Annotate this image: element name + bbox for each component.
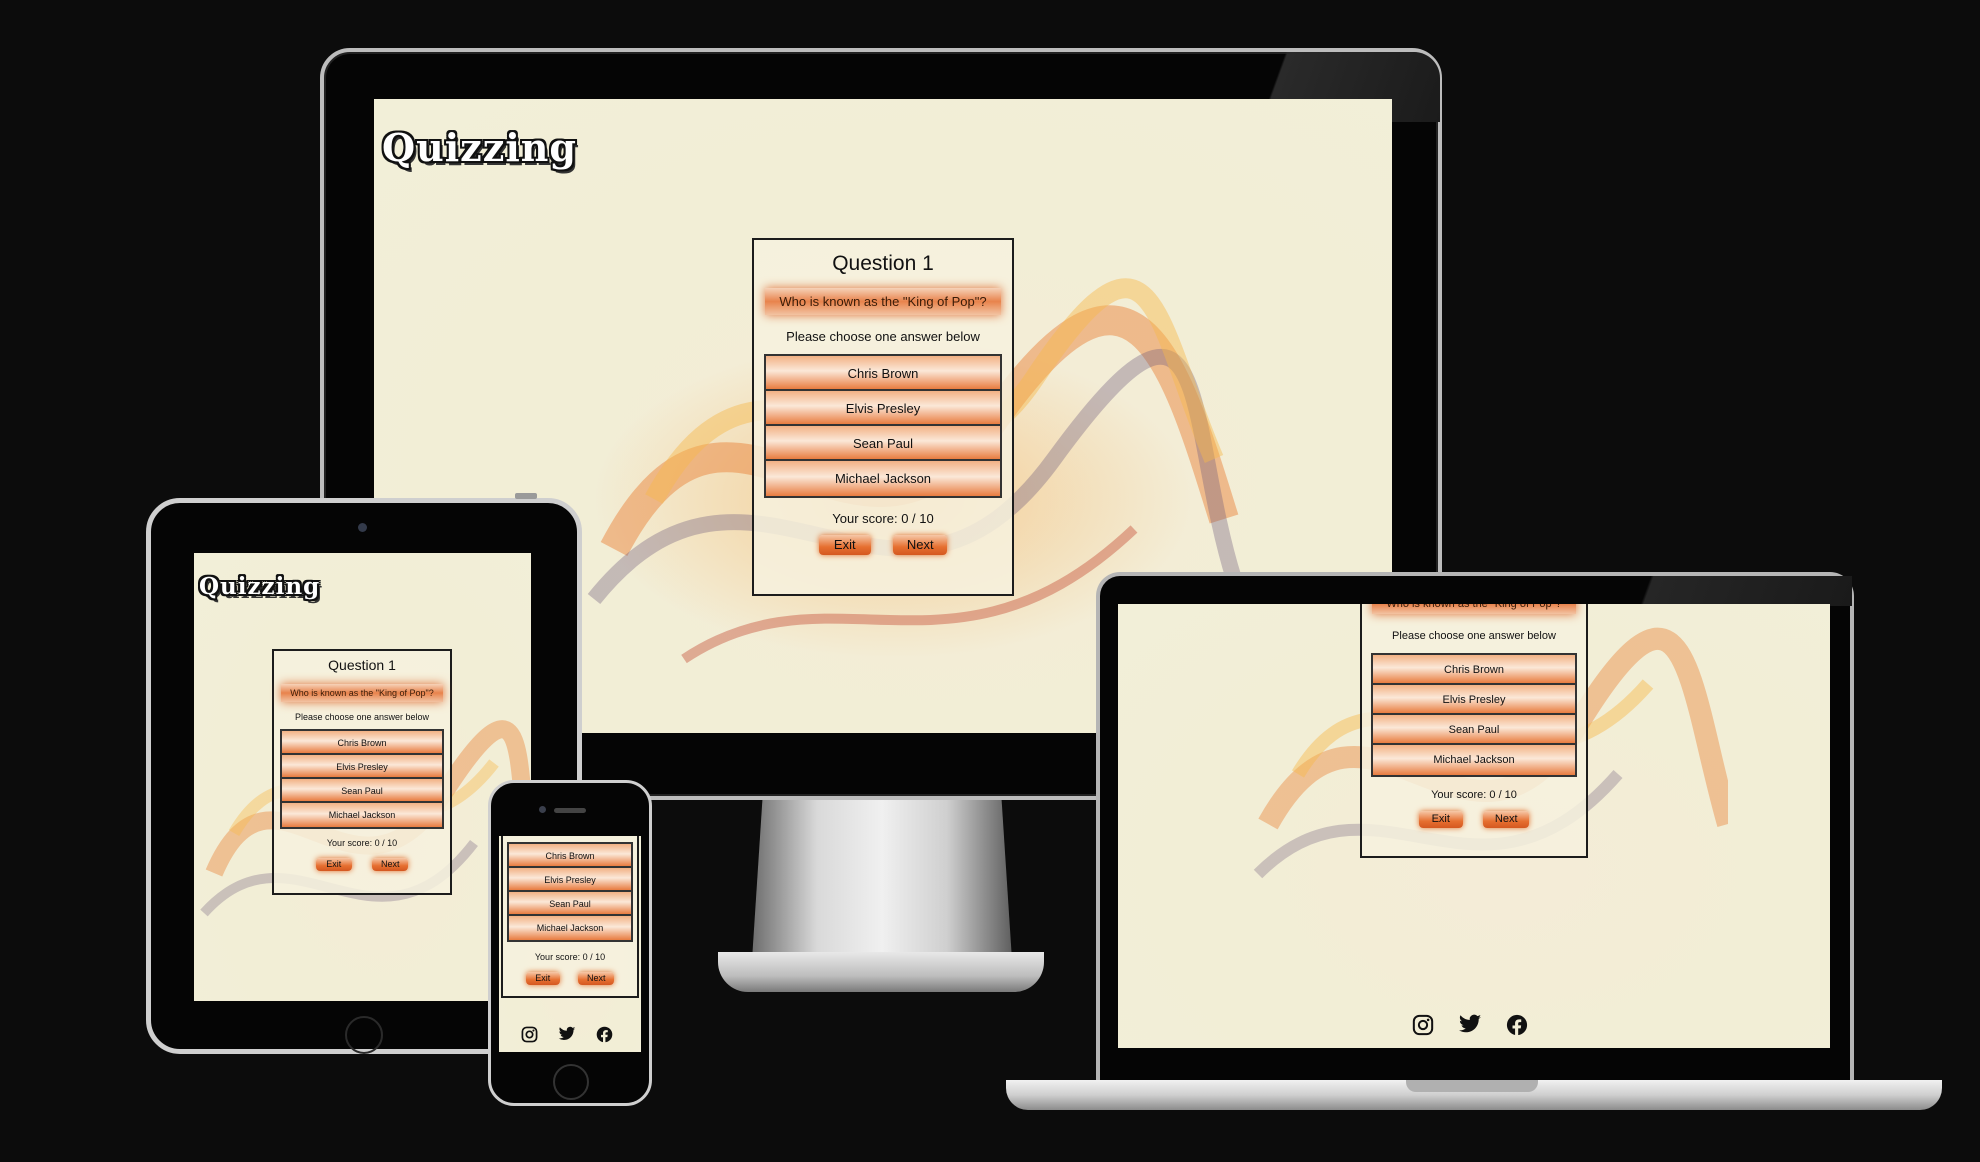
tablet-camera: [358, 523, 367, 532]
score-text: Your score: 0 / 10: [754, 511, 1012, 526]
score-label: Your score:: [832, 511, 898, 526]
phone-speaker: [554, 808, 586, 813]
question-text: Who is known as the "King of Pop"?: [281, 684, 443, 702]
answer-option[interactable]: Chris Brown: [282, 731, 442, 755]
score-value: 0 / 10: [374, 838, 398, 848]
question-heading: Question 1: [328, 657, 396, 673]
next-button[interactable]: Next: [893, 535, 948, 555]
next-button[interactable]: Next: [1483, 811, 1530, 828]
instruction-text: Please choose one answer below: [294, 712, 430, 722]
tablet-home-button: [345, 1016, 383, 1054]
phone-home-button: [553, 1064, 589, 1100]
instagram-icon[interactable]: [1412, 1014, 1434, 1036]
score-label: Your score:: [534, 952, 581, 962]
facebook-icon[interactable]: [1506, 1014, 1528, 1036]
phone-screen: Chris Brown Elvis Presley Sean Paul Mich…: [499, 836, 641, 1052]
tablet-screen: Quizzing Question 1 Who is known as the …: [194, 553, 531, 1001]
twitter-icon[interactable]: [558, 1026, 576, 1043]
answer-option[interactable]: Sean Paul: [282, 779, 442, 803]
tablet-power-button: [515, 493, 537, 499]
instagram-icon[interactable]: [521, 1026, 538, 1043]
laptop-glare: [1560, 576, 1852, 606]
score-value: 0 / 10: [582, 952, 606, 962]
laptop-screen: Who is known as the "King of Pop"? Pleas…: [1118, 604, 1830, 1048]
answer-list: Chris Brown Elvis Presley Sean Paul Mich…: [764, 354, 1002, 498]
score-text: Your score: 0 / 10: [274, 838, 450, 848]
score-label: Your score:: [326, 838, 373, 848]
answer-option[interactable]: Chris Brown: [766, 356, 1000, 391]
answer-option[interactable]: Michael Jackson: [282, 803, 442, 827]
answer-list: Chris Brown Elvis Presley Sean Paul Mich…: [1371, 653, 1577, 777]
monitor-stand-base: [718, 952, 1044, 992]
instruction-text: Please choose one answer below: [1392, 630, 1556, 642]
score-text: Your score: 0 / 10: [1362, 789, 1586, 801]
quiz-card: Question 1 Who is known as the "King of …: [752, 238, 1014, 596]
quiz-card: Who is known as the "King of Pop"? Pleas…: [1360, 604, 1588, 858]
answer-option[interactable]: Michael Jackson: [766, 461, 1000, 496]
answer-option[interactable]: Chris Brown: [1373, 655, 1575, 685]
exit-button[interactable]: Exit: [315, 858, 352, 871]
answer-option[interactable]: Elvis Presley: [766, 391, 1000, 426]
monitor-stand: [752, 800, 1012, 960]
phone-camera: [539, 806, 546, 813]
question-text: Who is known as the "King of Pop"?: [765, 288, 1001, 315]
answer-list: Chris Brown Elvis Presley Sean Paul Mich…: [507, 842, 633, 942]
score-value: 0 / 10: [1489, 789, 1517, 801]
next-button[interactable]: Next: [372, 858, 409, 871]
site-logo[interactable]: Quizzing: [199, 573, 320, 600]
social-links: [1412, 1014, 1528, 1036]
exit-button[interactable]: Exit: [525, 972, 560, 985]
exit-button[interactable]: Exit: [818, 535, 871, 555]
question-heading: Question 1: [832, 252, 934, 275]
answer-option[interactable]: Chris Brown: [509, 844, 631, 868]
answer-option[interactable]: Elvis Presley: [282, 755, 442, 779]
exit-button[interactable]: Exit: [1418, 811, 1463, 828]
answer-list: Chris Brown Elvis Presley Sean Paul Mich…: [280, 729, 444, 829]
twitter-icon[interactable]: [1458, 1014, 1482, 1036]
answer-option[interactable]: Elvis Presley: [509, 868, 631, 892]
score-text: Your score: 0 / 10: [503, 952, 637, 962]
laptop-notch: [1406, 1080, 1538, 1092]
score-label: Your score:: [1431, 789, 1487, 801]
facebook-icon[interactable]: [596, 1026, 613, 1043]
answer-option[interactable]: Sean Paul: [509, 892, 631, 916]
site-logo[interactable]: Quizzing: [382, 125, 577, 170]
score-value: 0 / 10: [901, 511, 934, 526]
answer-option[interactable]: Sean Paul: [1373, 715, 1575, 745]
answer-option[interactable]: Michael Jackson: [509, 916, 631, 940]
answer-option[interactable]: Michael Jackson: [1373, 745, 1575, 775]
quiz-card: Chris Brown Elvis Presley Sean Paul Mich…: [501, 836, 639, 998]
next-button[interactable]: Next: [578, 972, 615, 985]
instruction-text: Please choose one answer below: [786, 329, 980, 344]
question-text: Who is known as the "King of Pop"?: [1372, 604, 1576, 614]
answer-option[interactable]: Elvis Presley: [1373, 685, 1575, 715]
answer-option[interactable]: Sean Paul: [766, 426, 1000, 461]
social-links: [521, 1026, 613, 1043]
quiz-card: Question 1 Who is known as the "King of …: [272, 649, 452, 895]
